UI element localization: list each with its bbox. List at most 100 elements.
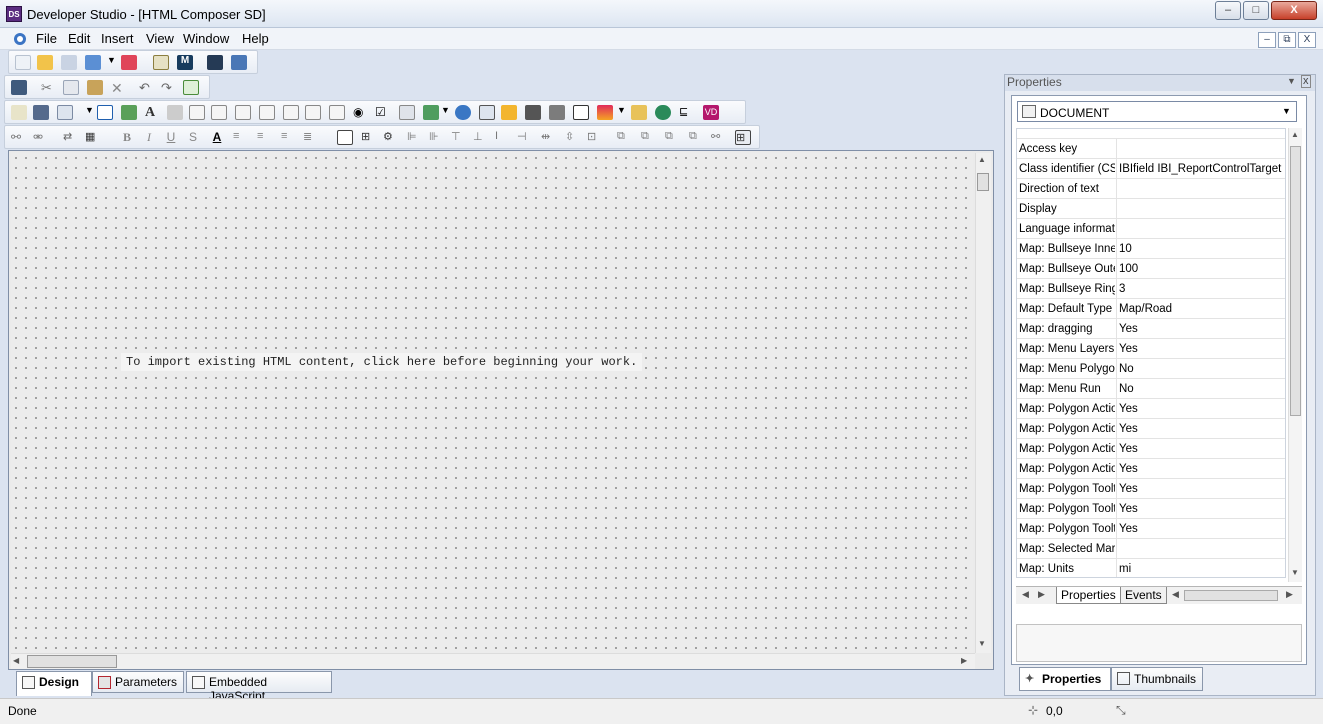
property-value[interactable]: Yes [1119,503,1285,515]
ungroup-icon[interactable]: ⧉ [641,130,657,145]
property-value[interactable]: No [1119,383,1285,395]
center-icon[interactable]: ⊡ [587,130,603,145]
console-icon[interactable] [207,55,223,70]
minimize-button[interactable]: – [1215,1,1241,20]
column-divider[interactable] [1116,339,1117,359]
line-icon[interactable]: ⊑ [679,105,695,120]
run-icon[interactable] [85,55,101,70]
layout-icon[interactable]: ▦ [85,130,101,145]
script-icon[interactable] [153,55,169,70]
column-divider[interactable] [1116,319,1117,339]
report-icon[interactable] [11,105,27,120]
justify-icon[interactable]: ≣ [303,130,319,145]
vertical-scrollbar[interactable]: ▲ ▼ [975,153,991,653]
column-divider[interactable] [1116,199,1117,219]
property-row[interactable]: Map: Menu Polygon No [1017,359,1285,379]
table-icon[interactable] [479,105,495,120]
property-value[interactable]: Map/Road [1119,303,1285,315]
property-value[interactable]: Yes [1119,343,1285,355]
property-grid-scrollbar[interactable]: ▲ ▼ [1288,128,1302,582]
dropdown-icon[interactable]: ▼ [107,55,116,70]
disk-icon[interactable] [549,105,565,120]
checkbox-icon[interactable]: ☑ [375,105,391,120]
property-row[interactable]: Map: Polygon Tooltip Yes [1017,519,1285,539]
scroll-down-icon[interactable]: ▼ [978,639,986,648]
property-row[interactable]: Map: Bullseye Rings 3 [1017,279,1285,299]
arrange-icon[interactable]: ⊞ [735,130,751,145]
column-divider[interactable] [1116,459,1117,479]
align-lefts-icon[interactable]: ⊫ [407,130,423,145]
property-row[interactable]: Map: Polygon Action Yes [1017,419,1285,439]
send-back-icon[interactable]: ⧉ [689,130,705,145]
column-divider[interactable] [1116,259,1117,279]
tab-order-icon[interactable]: ⇄ [63,130,79,145]
maximize-button[interactable]: □ [1243,1,1269,20]
property-row[interactable]: Direction of text [1017,179,1285,199]
flash-icon[interactable] [501,105,517,120]
column-divider[interactable] [1116,139,1117,159]
scroll-left-icon[interactable]: ◀ [13,656,19,665]
stop-icon[interactable] [121,55,137,70]
property-row[interactable]: Map: Default Type Map/Road [1017,299,1285,319]
folder-icon[interactable] [631,105,647,120]
web-icon[interactable] [455,105,471,120]
align-bottoms-icon[interactable]: ⊥ [473,130,489,145]
italic-icon[interactable]: I [141,130,157,145]
property-value[interactable]: Yes [1119,523,1285,535]
refresh-icon[interactable] [183,80,199,95]
property-row[interactable]: Map: Menu Run No [1017,379,1285,399]
scroll-down-icon[interactable]: ▼ [1291,568,1299,577]
applet-icon[interactable] [525,105,541,120]
property-row[interactable]: Map: dragging Yes [1017,319,1285,339]
textbox-icon[interactable] [189,105,205,120]
property-row[interactable]: Map: Polygon Action Yes [1017,399,1285,419]
design-canvas[interactable]: To import existing HTML content, click h… [11,153,973,653]
column-divider[interactable] [1116,279,1117,299]
document-icon[interactable] [12,31,28,47]
cut-icon[interactable]: ✂ [41,80,57,95]
horizontal-scrollbar[interactable]: ◀ ▶ [11,653,975,669]
column-divider[interactable] [1116,439,1117,459]
property-row[interactable]: Map: Polygon Action Yes [1017,439,1285,459]
property-value[interactable]: 3 [1119,283,1285,295]
copy-icon[interactable] [63,80,79,95]
property-value[interactable]: 100 [1119,263,1285,275]
property-row[interactable]: Map: Polygon Tooltip Yes [1017,499,1285,519]
column-divider[interactable] [1116,179,1117,199]
font-color-icon[interactable]: A [209,130,225,145]
button-icon[interactable] [259,105,275,120]
scroll-right-icon[interactable]: ▶ [961,656,967,665]
property-row[interactable]: Access key [1017,139,1285,159]
calendar-icon[interactable] [423,105,439,120]
bold-icon[interactable]: B [119,130,135,145]
snap-grid-icon[interactable]: ⊞ [361,130,377,145]
bring-front-icon[interactable]: ⧉ [665,130,681,145]
tab-parameters[interactable]: Parameters [92,671,184,693]
space-horizontal-icon[interactable]: ⇹ [541,130,557,145]
horizontal-scroll-thumb[interactable] [27,655,117,668]
property-row[interactable]: Language information [1017,219,1285,239]
scroll-up-icon[interactable]: ▲ [978,155,986,164]
radio-icon[interactable]: ◉ [353,105,369,120]
database-icon[interactable] [231,55,247,70]
strikethrough-icon[interactable]: S [185,130,201,145]
delete-icon[interactable]: ✕ [111,80,127,96]
underline-icon[interactable]: U [163,130,179,145]
column-divider[interactable] [1116,159,1117,179]
next-icon[interactable]: ▶ [1038,589,1045,600]
align-left-icon[interactable]: ≡ [233,130,249,145]
label-icon[interactable] [235,105,251,120]
scroll-up-icon[interactable]: ▲ [1291,130,1299,139]
column-divider[interactable] [1116,359,1117,379]
object-selector[interactable]: DOCUMENT ▼ [1017,101,1297,122]
panel-close-icon[interactable]: x [1301,75,1311,88]
scroll-left-icon[interactable]: ◀ [1172,589,1179,600]
column-divider[interactable] [1116,539,1117,559]
paste-icon[interactable] [87,80,103,95]
palette-icon[interactable] [597,105,613,120]
same-height-icon[interactable]: Ι [495,130,511,145]
doc-minimize-button[interactable]: – [1258,32,1276,48]
properties-icon[interactable]: ⚙ [383,130,399,145]
property-value[interactable]: IBIfield IBI_ReportControlTarget [1119,163,1285,175]
chart-icon[interactable] [33,105,49,120]
